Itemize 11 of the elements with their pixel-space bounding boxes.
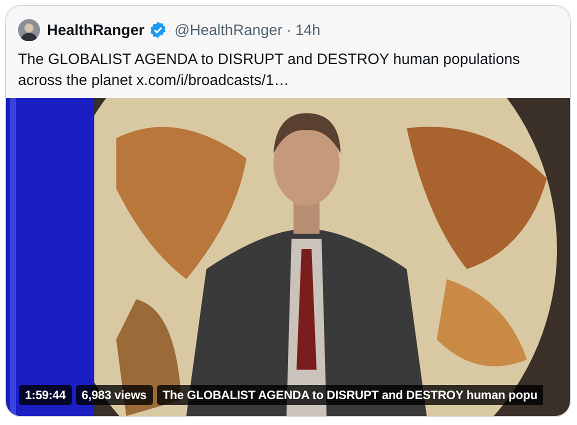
video-player[interactable]: 1:59:44 6,983 views The GLOBALIST AGENDA to DISRUPT and DESTROY human popu	[6, 98, 570, 416]
post-text: The GLOBALIST AGENDA to DISRUPT and DESTROY human populations across the planet x.com/i/broadcasts/1…	[17, 50, 521, 91]
video-duration: 1:59:44	[19, 385, 72, 405]
post-card[interactable]	[5, 5, 571, 417]
avatar[interactable]	[18, 19, 40, 41]
separator: ·	[286, 22, 292, 38]
video-title: The GLOBALIST AGENDA to DISRUPT and DESTROY human popu	[156, 385, 544, 405]
author-name[interactable]: HealthRanger	[47, 22, 145, 38]
view-count: 6,983 views	[76, 385, 153, 405]
author-handle[interactable]: @HealthRanger	[174, 22, 282, 38]
post-time[interactable]: 14h	[295, 22, 320, 38]
